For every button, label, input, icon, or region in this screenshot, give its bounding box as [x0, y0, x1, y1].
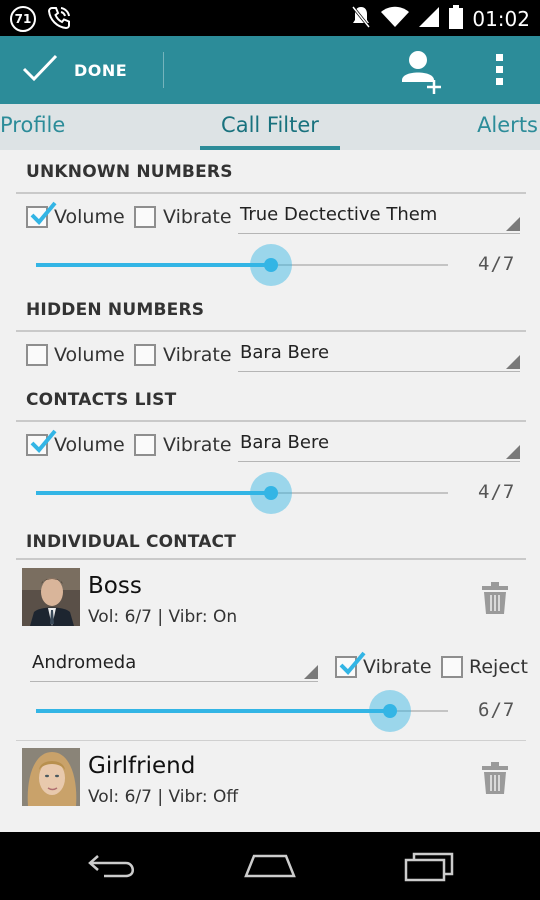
done-label: DONE [74, 60, 128, 80]
ringtone-spinner-contacts[interactable]: Bara Bere [238, 432, 520, 462]
battery-icon [448, 4, 464, 34]
dropdown-arrow-icon [506, 355, 520, 369]
section-divider [16, 558, 526, 560]
slider-fill [36, 709, 390, 713]
section-title-hidden: HIDDEN NUMBERS [26, 300, 205, 320]
ringtone-value: Bara Bere [240, 342, 330, 363]
delete-contact-girlfriend[interactable] [482, 762, 508, 798]
section-title-contacts: CONTACTS LIST [26, 390, 177, 410]
dropdown-arrow-icon [506, 445, 520, 459]
section-divider [16, 420, 526, 422]
back-button[interactable] [84, 846, 144, 886]
reject-checkbox-boss[interactable] [441, 656, 463, 678]
tab-call-filter[interactable]: Call Filter [200, 113, 340, 137]
list-divider [16, 740, 526, 741]
dropdown-arrow-icon [304, 665, 318, 679]
tab-profile[interactable]: Profile [0, 113, 65, 137]
contact-summary: Vol: 6/7 | Vibr: Off [88, 787, 239, 807]
vibrate-checkbox-hidden[interactable] [134, 344, 156, 366]
section-title-unknown: UNKNOWN NUMBERS [26, 162, 233, 182]
vibrate-checkbox-unknown[interactable] [134, 206, 156, 228]
slider-thumb[interactable] [250, 244, 292, 286]
avatar-girlfriend[interactable] [22, 748, 80, 806]
wifi-icon [380, 5, 410, 33]
vibrate-checkbox-boss[interactable] [335, 651, 366, 678]
navigation-bar [0, 832, 540, 900]
ringtone-value: Bara Bere [240, 432, 330, 453]
section-divider [16, 192, 526, 194]
recent-apps-icon [400, 852, 460, 890]
avatar-boss[interactable] [22, 568, 80, 626]
slider-thumb[interactable] [369, 690, 411, 732]
slider-thumb[interactable] [250, 472, 292, 514]
done-button[interactable]: DONE [0, 36, 160, 104]
ringtone-spinner-boss[interactable]: Andromeda [30, 652, 318, 682]
volume-label: Volume [54, 344, 125, 366]
volume-label: Volume [54, 206, 125, 228]
back-icon [84, 855, 144, 890]
slider-fill [36, 491, 271, 495]
checkmark-icon [22, 54, 58, 86]
add-contact-icon[interactable] [398, 46, 446, 94]
vibrate-label: Vibrate [163, 344, 232, 366]
slider-thumb-core [264, 258, 278, 272]
volume-slider-unknown[interactable] [36, 244, 448, 286]
vibrate-label: Vibrate [163, 434, 232, 456]
reject-label: Reject [469, 656, 528, 678]
home-button[interactable] [240, 846, 300, 886]
home-icon [240, 854, 300, 890]
tab-bar: Profile Call Filter Alerts [0, 104, 540, 150]
volume-checkbox-unknown[interactable] [26, 201, 57, 228]
section-divider [16, 330, 526, 332]
volume-label: Volume [54, 434, 125, 456]
volume-value-contacts: 4/7 [478, 481, 516, 503]
contact-summary: Vol: 6/7 | Vibr: On [88, 607, 238, 627]
volume-checkbox-hidden[interactable] [26, 344, 48, 366]
vibrate-checkbox-contacts[interactable] [134, 434, 156, 456]
slider-fill [36, 263, 271, 267]
phone-icon [46, 5, 72, 35]
vibrate-label: Vibrate [363, 656, 432, 678]
dropdown-arrow-icon [506, 217, 520, 231]
clock: 01:02 [472, 7, 530, 31]
volume-value-unknown: 4/7 [478, 253, 516, 275]
tab-alerts[interactable]: Alerts [477, 113, 538, 137]
call-filter-content: UNKNOWN NUMBERS Volume Vibrate True Dect… [0, 150, 540, 832]
section-title-individual: INDIVIDUAL CONTACT [26, 532, 237, 552]
delete-contact-boss[interactable] [482, 582, 508, 618]
action-bar-divider [163, 52, 164, 88]
recent-apps-button[interactable] [400, 846, 460, 886]
volume-checkbox-contacts[interactable] [26, 429, 57, 456]
signal-icon [418, 5, 440, 33]
slider-thumb-core [383, 704, 397, 718]
volume-slider-boss[interactable] [36, 690, 448, 732]
ringtone-value: Andromeda [32, 652, 137, 673]
mute-icon [350, 4, 372, 34]
volume-slider-contacts[interactable] [36, 472, 448, 514]
notification-badge: 71 [10, 6, 36, 32]
contact-name[interactable]: Boss [88, 573, 142, 599]
ringtone-value: True Dectective Them [240, 204, 438, 225]
status-bar: 71 01:02 [0, 0, 540, 36]
ringtone-spinner-unknown[interactable]: True Dectective Them [238, 204, 520, 234]
trash-icon [482, 762, 508, 798]
trash-icon [482, 582, 508, 618]
ringtone-spinner-hidden[interactable]: Bara Bere [238, 342, 520, 372]
slider-thumb-core [264, 486, 278, 500]
vibrate-label: Vibrate [163, 206, 232, 228]
action-bar: DONE [0, 36, 540, 104]
contact-name[interactable]: Girlfriend [88, 753, 195, 779]
volume-value-boss: 6/7 [478, 699, 516, 721]
overflow-menu-icon[interactable] [488, 50, 512, 90]
